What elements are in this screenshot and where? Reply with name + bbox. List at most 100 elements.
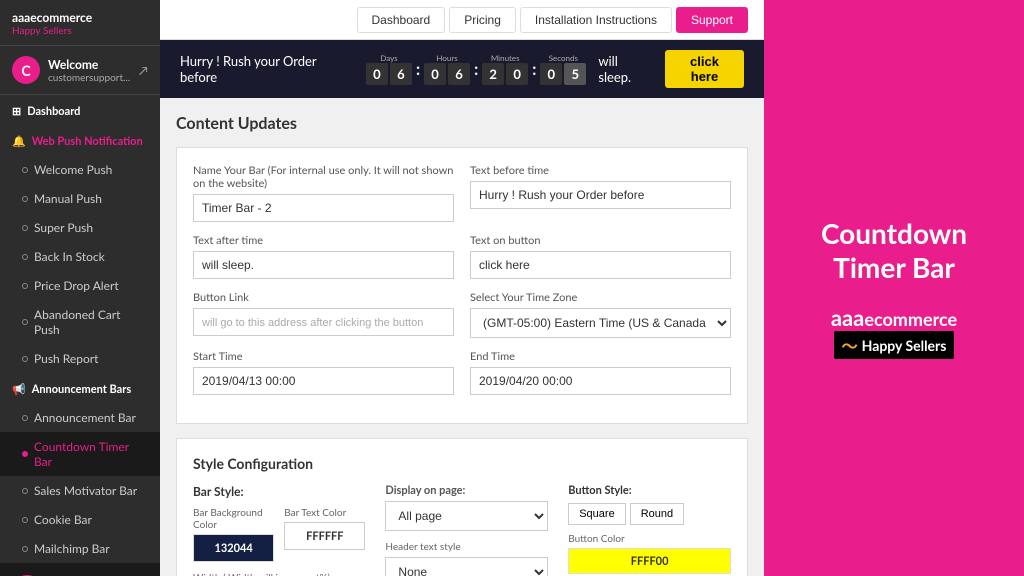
- days-label: Days: [380, 53, 397, 63]
- sidebar-item-abandoned-cart[interactable]: Abandoned Cart Push: [0, 300, 160, 344]
- sidebar: aaaecommerce Happy Sellers C Welcome cus…: [0, 0, 160, 576]
- seconds-group: Seconds 0 5: [540, 53, 586, 85]
- sidebar-item-back-in-stock[interactable]: Back In Stock: [0, 242, 160, 271]
- sidebar-item-dashboard[interactable]: ⊞ Dashboard: [0, 95, 160, 125]
- seconds-digits: 0 5: [540, 63, 586, 85]
- square-btn[interactable]: Square: [568, 503, 625, 525]
- countdown-banner: Hurry ! Rush your Order before Days 0 6 …: [160, 40, 764, 98]
- name-input[interactable]: [193, 194, 454, 222]
- display-on-page-label: Display on page:: [385, 484, 548, 497]
- dot-icon: [22, 517, 28, 523]
- days-tens: 0: [366, 63, 388, 85]
- text-before-time-label: Text before time: [470, 164, 731, 177]
- seconds-ones: 5: [564, 63, 586, 85]
- button-link-group: Button Link: [193, 291, 454, 338]
- logo-tagline: Happy Sellers: [12, 25, 148, 37]
- sidebar-item-price-drop[interactable]: Price Drop Alert: [0, 271, 160, 300]
- dashboard-nav-btn[interactable]: Dashboard: [357, 7, 446, 33]
- end-time-input[interactable]: [470, 367, 731, 395]
- top-nav: Dashboard Pricing Installation Instructi…: [160, 0, 764, 40]
- seconds-tens: 0: [540, 63, 562, 85]
- sidebar-item-countdown-timer[interactable]: Countdown Timer Bar: [0, 432, 160, 476]
- hours-ones: 6: [448, 63, 470, 85]
- style-section: Style Configuration Bar Style: Bar Backg…: [176, 438, 748, 576]
- text-color-group: Bar Text Color FFFFFF: [284, 507, 365, 562]
- header-style-label: Header text style: [385, 541, 548, 553]
- end-time-group: End Time: [470, 350, 731, 395]
- round-btn[interactable]: Round: [630, 503, 684, 525]
- timezone-select[interactable]: (GMT-05:00) Eastern Time (US & Canada): [470, 308, 731, 338]
- days-ones: 6: [390, 63, 412, 85]
- installation-nav-btn[interactable]: Installation Instructions: [520, 7, 672, 33]
- width-label: Width ( Width will in percent%): [193, 572, 365, 576]
- sidebar-item-mailchimp-bar[interactable]: Mailchimp Bar: [0, 534, 160, 563]
- minutes-digits: 2 0: [482, 63, 528, 85]
- display-col: Display on page: All page Header text st…: [385, 484, 548, 576]
- btn-style-row: Square Round: [568, 503, 731, 525]
- welcome-label: Welcome: [48, 57, 139, 72]
- promo-brand-suffix: ecommerce: [864, 308, 957, 330]
- style-title: Style Configuration: [193, 455, 731, 472]
- bg-color-box[interactable]: 132044: [193, 534, 274, 562]
- promo-logo: aaaecommerce 〜 Happy Sellers: [831, 304, 957, 359]
- color-row: Bar Background Color 132044 Bar Text Col…: [193, 507, 365, 562]
- text-on-button-label: Text on button: [470, 234, 731, 247]
- sidebar-item-super-push[interactable]: Super Push: [0, 213, 160, 242]
- username-label: customersupport...: [48, 72, 139, 84]
- sidebar-item-welcome-push[interactable]: Welcome Push: [0, 155, 160, 184]
- style-grid: Bar Style: Bar Background Color 132044 B…: [193, 484, 731, 576]
- megaphone-icon: 📢: [12, 383, 26, 396]
- display-page-select[interactable]: All page: [385, 501, 548, 531]
- external-link-icon[interactable]: ↗: [139, 63, 148, 78]
- sep1: :: [416, 60, 420, 79]
- hours-label: Hours: [436, 53, 457, 63]
- promo-panel: Countdown Timer Bar aaaecommerce 〜 Happy…: [764, 0, 1024, 576]
- page-body: Content Updates Name Your Bar (For inter…: [160, 98, 764, 576]
- text-after-time-group: Text after time: [193, 234, 454, 279]
- btn-style-title: Button Style:: [568, 484, 731, 497]
- sidebar-item-web-push[interactable]: 🔔 Web Push Notification: [0, 125, 160, 155]
- pricing-nav-btn[interactable]: Pricing: [449, 7, 516, 33]
- sidebar-user: C Welcome customersupport... ↗: [0, 46, 160, 95]
- promo-title: Countdown Timer Bar: [784, 217, 1004, 284]
- minutes-label: Minutes: [491, 53, 520, 63]
- days-digits: 0 6: [366, 63, 412, 85]
- text-before-time-input[interactable]: [470, 181, 731, 209]
- sidebar-item-push-report[interactable]: Push Report: [0, 344, 160, 373]
- support-nav-btn[interactable]: Support: [676, 7, 748, 33]
- header-style-select[interactable]: None: [385, 557, 548, 576]
- dot-icon: [22, 319, 28, 325]
- sidebar-item-announcement-bar[interactable]: Announcement Bar: [0, 403, 160, 432]
- btn-color-box[interactable]: FFFF00: [568, 548, 731, 574]
- avatar: C: [12, 56, 40, 84]
- sidebar-item-cookie-bar[interactable]: Cookie Bar: [0, 505, 160, 534]
- grid-icon: ⊞: [12, 105, 21, 118]
- start-time-input[interactable]: [193, 367, 454, 395]
- form-row-1: Name Your Bar (For internal use only. It…: [193, 164, 731, 222]
- dot-icon: [22, 196, 28, 202]
- text-after-time-input[interactable]: [193, 251, 454, 279]
- text-on-button-input[interactable]: [470, 251, 731, 279]
- start-time-label: Start Time: [193, 350, 454, 363]
- bg-color-label: Bar Background Color: [193, 507, 274, 531]
- main-content: Dashboard Pricing Installation Instructi…: [160, 0, 764, 576]
- hours-tens: 0: [424, 63, 446, 85]
- days-group: Days 0 6: [366, 53, 412, 85]
- click-here-button[interactable]: click here: [665, 50, 744, 88]
- button-link-input[interactable]: [193, 308, 454, 336]
- timezone-label: Select Your Time Zone: [470, 291, 731, 304]
- timezone-group: Select Your Time Zone (GMT-05:00) Easter…: [470, 291, 731, 338]
- banner-text-before: Hurry ! Rush your Order before: [180, 53, 354, 85]
- page-content: Content Updates Name Your Bar (For inter…: [160, 98, 764, 576]
- dot-icon: [22, 451, 28, 457]
- bar-style-col: Bar Style: Bar Background Color 132044 B…: [193, 484, 365, 576]
- dot-icon: [22, 283, 28, 289]
- text-color-box[interactable]: FFFFFF: [284, 522, 365, 550]
- logo-brand: aaaecommerce: [12, 10, 148, 25]
- name-label: Name Your Bar (For internal use only. It…: [193, 164, 454, 190]
- sidebar-item-manual-push[interactable]: Manual Push: [0, 184, 160, 213]
- sidebar-item-sales-motivator[interactable]: Sales Motivator Bar: [0, 476, 160, 505]
- sidebar-item-announcement-bars[interactable]: 📢 Announcement Bars: [0, 373, 160, 403]
- timer-boxes: Days 0 6 : Hours 0 6 : Minutes 2 0: [366, 53, 586, 85]
- promo-brand: aaa: [831, 304, 865, 331]
